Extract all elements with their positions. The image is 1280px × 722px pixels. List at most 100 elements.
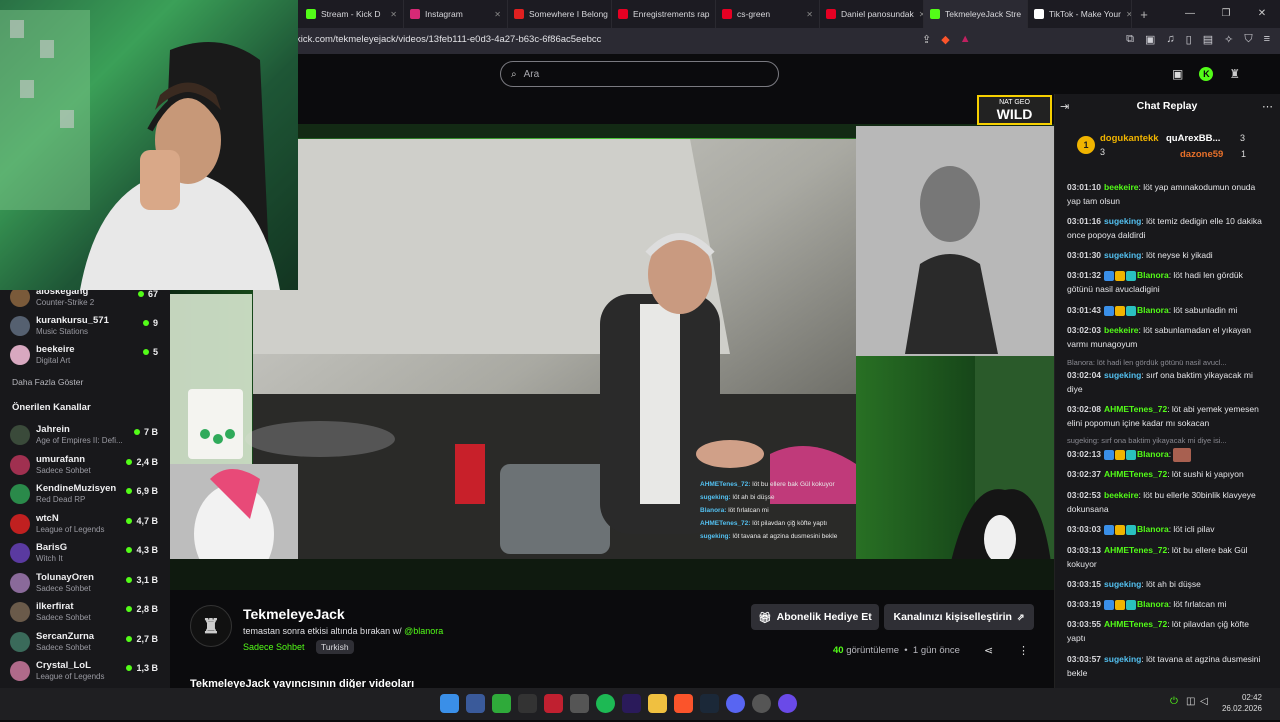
maximize-icon[interactable]: ❐	[1208, 0, 1244, 28]
folder-icon[interactable]	[648, 694, 667, 713]
chat-username[interactable]: beekeire	[1104, 325, 1139, 335]
viewer-count: 6,9 B	[126, 486, 158, 496]
chat-username[interactable]: AHMETenes_72	[1104, 469, 1167, 479]
tray-icon[interactable]: ⏻	[1170, 696, 1178, 707]
chat-username[interactable]: Blanora	[1137, 305, 1169, 315]
reply-preview[interactable]: sugeking: sırf ona baktim yikayacak mi d…	[1067, 436, 1265, 445]
sidebar-channel[interactable]: wtcN League of Legends 4,7 B	[10, 511, 160, 537]
chat-username[interactable]: sugeking	[1104, 216, 1141, 226]
browser-tab[interactable]: Daniel panosundak✕	[820, 0, 924, 28]
chat-username[interactable]: Blanora	[1137, 270, 1169, 280]
brave-shield-icon[interactable]: ◆	[941, 33, 949, 46]
chat-username[interactable]: sugeking	[1104, 370, 1141, 380]
leader-name-2[interactable]: quArexBB...	[1166, 133, 1220, 144]
show-more-link[interactable]: Daha Fazla Göster	[12, 377, 83, 387]
channel-name[interactable]: TekmeleyeJack	[243, 606, 345, 622]
screenshot-icon[interactable]: ▣	[1145, 33, 1155, 46]
sidebar-channel[interactable]: Crystal_LoL League of Legends 1,3 B	[10, 658, 160, 684]
monitor-icon[interactable]	[466, 694, 485, 713]
chat-username[interactable]: Blanora	[1137, 599, 1169, 609]
tab-close-icon[interactable]: ✕	[806, 10, 813, 19]
extensions-icon[interactable]: ⧉	[1126, 33, 1134, 46]
chat-username[interactable]: AHMETenes_72	[1104, 619, 1167, 629]
epic-icon[interactable]	[518, 694, 537, 713]
volume-icon[interactable]: ◁	[1200, 696, 1208, 707]
more-options-icon[interactable]: ⋮	[1018, 644, 1029, 657]
browser-tab[interactable]: Enregistrements rap✕	[612, 0, 716, 28]
user-avatar[interactable]: ♜	[1229, 67, 1240, 81]
sidebar-icon[interactable]: ▯	[1186, 33, 1192, 46]
browser-tab[interactable]: cs-green ✕	[716, 0, 820, 28]
sidebar-channel[interactable]: kurankursu_571 Music Stations 9	[10, 313, 160, 339]
taskbar-clock[interactable]: 02:42 26.02.2026	[1222, 692, 1262, 714]
tab-close-icon[interactable]: ✕	[494, 10, 501, 19]
brave-icon[interactable]	[674, 694, 693, 713]
sidebar-channel[interactable]: Jahrein Age of Empires II: Defi... 7 B	[10, 422, 160, 448]
calculator-icon[interactable]	[570, 694, 589, 713]
vpn-icon[interactable]: ⛉	[1244, 33, 1252, 46]
browser-tab[interactable]: TekmeleyeJack Stre✕	[924, 0, 1028, 28]
share-icon[interactable]: ⇪	[922, 33, 931, 46]
premiere-icon[interactable]	[622, 694, 641, 713]
leader-name-3[interactable]: dazone59	[1180, 149, 1223, 160]
menu-icon[interactable]: ≡	[1264, 33, 1270, 46]
sidebar-channel[interactable]: KendineMuzisyen Red Dead RP 6,9 B	[10, 481, 160, 507]
url-input[interactable]: kick.com/tekmeleyejack/videos/13feb111-e…	[296, 34, 601, 45]
ai-icon[interactable]: ✧	[1224, 33, 1233, 46]
chat-username[interactable]: beekeire	[1104, 490, 1139, 500]
sidebar-channel[interactable]: ilkerfirat Sadece Sohbet 2,8 B	[10, 599, 160, 625]
mention-link[interactable]: @blanora	[404, 626, 443, 636]
reply-preview[interactable]: Blanora: löt hadi len gördük götünü nasi…	[1067, 358, 1265, 367]
customize-channel-button[interactable]: Kanalınızı kişiselleştirin ⇗	[884, 604, 1034, 630]
browser-tab[interactable]: Instagram ✕	[404, 0, 508, 28]
close-icon[interactable]: ✕	[1244, 0, 1280, 28]
chat-username[interactable]: sugeking	[1104, 250, 1141, 260]
xbox-icon[interactable]	[492, 694, 511, 713]
sidebar-channel[interactable]: umurafann Sadece Sohbet 2,4 B	[10, 452, 160, 478]
viewer-count: 9	[142, 318, 158, 328]
music-icon[interactable]: ♫	[1166, 33, 1174, 46]
sidebar-channel[interactable]: beekeire Digital Art 5	[10, 342, 160, 368]
language-tag[interactable]: Turkish	[316, 640, 354, 654]
new-tab-icon[interactable]: +	[1132, 7, 1156, 22]
channel-avatar[interactable]: ♜	[190, 605, 232, 647]
search-input[interactable]: ⌕ Ara	[500, 61, 779, 87]
search-placeholder: Ara	[523, 68, 540, 80]
discord-icon[interactable]	[726, 694, 745, 713]
minimize-icon[interactable]: —	[1172, 0, 1208, 28]
app-purple-icon[interactable]	[778, 694, 797, 713]
kick-logo-icon[interactable]: K	[1199, 67, 1214, 81]
browser-tab[interactable]: Stream - Kick D ✕	[300, 0, 404, 28]
brave-rewards-icon[interactable]: ▲	[960, 33, 971, 46]
video-player[interactable]	[170, 94, 1054, 590]
category-link[interactable]: Sadece Sohbet	[243, 642, 305, 652]
chat-username[interactable]: sugeking	[1104, 654, 1141, 664]
network-icon[interactable]: ◫	[1186, 696, 1195, 707]
settings-icon[interactable]	[752, 694, 771, 713]
start-icon[interactable]	[440, 694, 459, 713]
gift-subscription-button[interactable]: 🎁︎ Abonelik Hediye Et	[751, 604, 879, 630]
app-red-icon[interactable]	[544, 694, 563, 713]
tab-close-icon[interactable]: ✕	[390, 10, 397, 19]
sidebar-channel[interactable]: SercanZurna Sadece Sohbet 2,7 B	[10, 629, 160, 655]
sidebar-channel[interactable]: TolunayOren Sadece Sohbet 3,1 B	[10, 570, 160, 596]
taskbar-apps	[440, 694, 797, 713]
browser-tab[interactable]: TikTok - Make Your✕	[1028, 0, 1132, 28]
browser-tab[interactable]: Somewhere I Belong✕	[508, 0, 612, 28]
leader-name-1[interactable]: dogukantekk	[1100, 133, 1159, 144]
steam-icon[interactable]	[700, 694, 719, 713]
cast-icon[interactable]: ▣	[1172, 67, 1183, 81]
chat-username[interactable]: Blanora	[1137, 524, 1169, 534]
share-icon[interactable]: ⋖	[984, 644, 993, 657]
chat-username[interactable]: beekeire	[1104, 182, 1139, 192]
chat-username[interactable]: AHMETenes_72	[1104, 545, 1167, 555]
spotify-icon[interactable]	[596, 694, 615, 713]
sidebar-channel[interactable]: BarisG Witch It 4,3 B	[10, 540, 160, 566]
chat-options-icon[interactable]: ⋯	[1262, 100, 1273, 113]
wallet-icon[interactable]: ▤	[1203, 33, 1213, 46]
chat-username[interactable]: sugeking	[1104, 579, 1141, 589]
chat-username[interactable]: AHMETenes_72	[1104, 404, 1167, 414]
chat-username[interactable]: Blanora	[1137, 449, 1169, 459]
leader-count-3: 1	[1241, 149, 1247, 159]
chat-timestamp: 03:01:10	[1067, 182, 1102, 192]
